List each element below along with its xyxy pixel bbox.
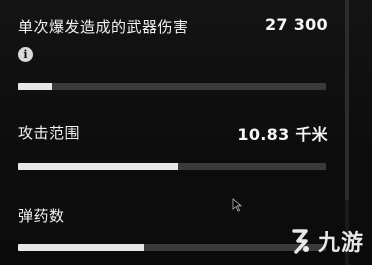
scrollbar-thumb[interactable] (345, 0, 349, 200)
stat-bar-fill (18, 83, 52, 90)
weapon-stats-panel: 单次爆发造成的武器伤害 27 300 i 攻击范围 10.83 千米 弹药数 九… (0, 0, 372, 265)
stat-ammo: 弹药数 (18, 202, 328, 262)
stat-label: 弹药数 (18, 207, 65, 225)
stat-bar-fill (18, 163, 179, 170)
stat-bar-track (18, 244, 326, 251)
stat-value: 27 300 (264, 15, 328, 34)
stat-label: 攻击范围 (18, 124, 81, 142)
stat-bar-track (18, 83, 326, 90)
watermark-text: 九游 (317, 231, 364, 256)
stat-bar-fill (18, 244, 145, 251)
stat-attack-range: 攻击范围 10.83 千米 (18, 118, 328, 178)
stat-label: 单次爆发造成的武器伤害 (18, 18, 189, 36)
stat-bar-track (18, 163, 326, 170)
logo-icon (292, 229, 309, 254)
info-icon[interactable]: i (18, 47, 33, 62)
stat-weapon-damage: 单次爆发造成的武器伤害 27 300 i (18, 12, 328, 92)
mouse-cursor-icon (232, 198, 242, 212)
stat-value: 10.83 千米 (237, 125, 328, 144)
watermark: 九游 (286, 225, 364, 257)
